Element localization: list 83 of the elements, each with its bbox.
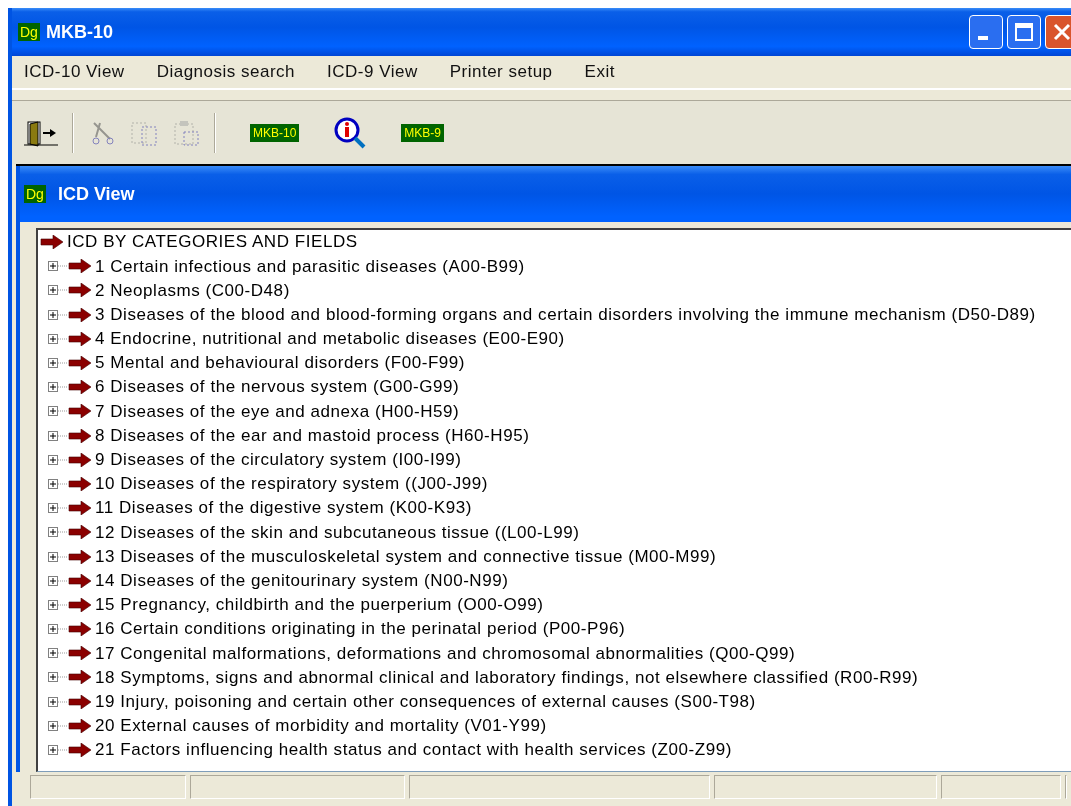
arrow-icon — [68, 404, 92, 419]
arrow-icon — [68, 259, 92, 274]
arrow-icon — [68, 646, 92, 661]
expand-icon[interactable] — [48, 380, 68, 395]
tree-item[interactable]: 10 Diseases of the respiratory system ((J00-J99) — [92, 471, 488, 497]
expand-icon[interactable] — [48, 307, 68, 322]
arrow-icon — [68, 525, 92, 540]
expand-icon[interactable] — [48, 743, 68, 758]
mkb-button[interactable]: MKB-10 — [250, 123, 300, 142]
arrow-icon — [68, 476, 92, 491]
minimize-icon — [978, 36, 988, 40]
arrow-icon — [68, 501, 92, 516]
tree-item[interactable]: 13 Diseases of the musculoskeletal system and connective tissue (M00-M99) — [92, 543, 717, 570]
expand-icon[interactable] — [48, 694, 68, 709]
info-search-icon[interactable] — [333, 115, 368, 150]
app-icon: Dg — [24, 185, 46, 203]
tree-item[interactable]: 18 Symptoms, signs and abnormal clinical and laboratory findings, not elsewhere classified (R00-R99) — [92, 664, 919, 691]
tree-item[interactable]: 12 Diseases of the skin and subcutaneous tissue ((L00-L99) — [92, 519, 580, 546]
expand-icon[interactable] — [48, 597, 68, 612]
arrow-icon — [68, 428, 92, 443]
tree-item[interactable]: 21 Factors influencing health status and contact with health services (Z00-Z99) — [92, 737, 732, 763]
expand-icon[interactable] — [48, 259, 68, 274]
expand-icon[interactable] — [48, 428, 68, 443]
arrow-icon — [68, 356, 92, 371]
menu-item[interactable]: Printer setup — [449, 59, 585, 85]
expand-icon[interactable] — [48, 573, 68, 588]
menu-item[interactable]: ICD-10 View — [24, 59, 157, 85]
tree-item[interactable]: 8 Diseases of the ear and mastoid process (H60-H95) — [92, 422, 530, 449]
tree-item[interactable]: 5 Mental and behavioural disorders (F00-F99) — [92, 350, 466, 376]
expand-icon[interactable] — [48, 670, 68, 685]
tree-item[interactable]: 19 Injury, poisoning and certain other consequences of external causes (S00-T98) — [92, 688, 756, 715]
close-icon — [1052, 22, 1071, 42]
tree-item[interactable]: 16 Certain conditions originating in the perinatal period (P00-P96) — [92, 616, 626, 642]
arrow-icon — [68, 670, 92, 685]
mkb-button[interactable]: MKB-9 — [401, 123, 445, 142]
arrow-icon — [68, 622, 92, 637]
window-title: MKB-10 — [45, 20, 113, 44]
expand-icon[interactable] — [48, 501, 68, 516]
close-button[interactable] — [1045, 15, 1071, 49]
expand-icon[interactable] — [48, 283, 68, 298]
tree-item[interactable]: 1 Certain infectious and parasitic diseases (A00-B99) — [92, 253, 525, 280]
expand-icon[interactable] — [48, 549, 68, 564]
arrow-icon — [68, 380, 92, 395]
tree-item[interactable]: 20 External causes of morbidity and mortality (V01-Y99) — [92, 713, 547, 739]
arrow-icon — [68, 743, 92, 758]
maximize-button[interactable] — [1007, 15, 1041, 49]
expand-icon[interactable] — [48, 646, 68, 661]
tree-item[interactable]: 7 Diseases of the eye and adnexa (H00-H59) — [92, 398, 460, 425]
tree-item[interactable]: ICD BY CATEGORIES AND FIELDS — [64, 230, 358, 255]
expand-icon[interactable] — [48, 622, 68, 637]
tree-item[interactable]: 9 Diseases of the circulatory system (I00-I99) — [92, 447, 462, 473]
expand-icon[interactable] — [48, 718, 68, 733]
maximize-icon — [1014, 22, 1034, 42]
app-icon: Dg — [18, 23, 40, 41]
arrow-icon — [68, 694, 92, 709]
arrow-icon — [68, 718, 92, 733]
expand-icon[interactable] — [48, 356, 68, 371]
arrow-icon — [68, 597, 92, 612]
expand-icon[interactable] — [48, 525, 68, 540]
arrow-icon — [68, 549, 92, 564]
expand-icon[interactable] — [48, 452, 68, 467]
menu-item[interactable]: Diagnosis search — [156, 59, 328, 85]
tree-item[interactable]: 11 Diseases of the digestive system (K00-K93) — [92, 495, 472, 521]
expand-icon[interactable] — [48, 404, 68, 419]
tree-item[interactable]: 17 Congenital malformations, deformations and chromosomal abnormalities (Q00-Q99) — [92, 640, 796, 667]
tree-item[interactable]: 3 Diseases of the blood and blood-forming organs and certain disorders involving the immune mechanism (D50-D89) — [92, 301, 1036, 328]
expand-icon[interactable] — [48, 476, 68, 491]
arrow-icon — [68, 283, 92, 298]
tree-item[interactable]: 6 Diseases of the nervous system (G00-G99) — [92, 374, 460, 400]
tree-item[interactable]: 2 Neoplasms (C00-D48) — [92, 277, 290, 304]
menu-item[interactable]: ICD-9 View — [327, 59, 450, 85]
arrow-icon — [68, 331, 92, 346]
arrow-icon — [68, 307, 92, 322]
tree-item[interactable]: 14 Diseases of the genitourinary system (N00-N99) — [92, 567, 509, 594]
expand-icon[interactable] — [48, 331, 68, 346]
tree-item[interactable]: 15 Pregnancy, childbirth and the puerperium (O00-O99) — [92, 592, 544, 618]
minimize-button[interactable] — [969, 15, 1003, 49]
window-title: ICD View — [57, 182, 135, 206]
arrow-icon — [68, 452, 92, 467]
menu-item[interactable]: Exit — [584, 59, 647, 85]
tree-item[interactable]: 4 Endocrine, nutritional and metabolic diseases (E00-E90) — [92, 326, 565, 352]
arrow-icon — [40, 235, 64, 250]
arrow-icon — [68, 573, 92, 588]
